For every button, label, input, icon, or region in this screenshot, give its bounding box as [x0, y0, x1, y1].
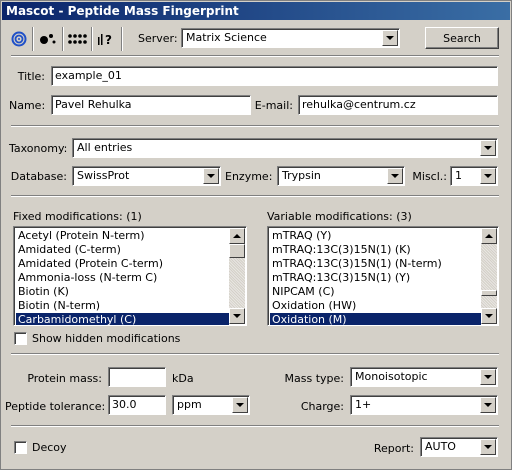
help-icon[interactable]: ?: [95, 29, 117, 49]
dropdown-arrow-icon[interactable]: [203, 168, 219, 184]
window-title: Mascot - Peptide Mass Fingerprint: [6, 4, 239, 18]
dropdown-arrow-icon[interactable]: [480, 397, 496, 413]
miscl-select[interactable]: 1: [450, 166, 498, 186]
dots-cluster-icon[interactable]: [37, 29, 59, 49]
peptide-tolerance-unit-select[interactable]: ppm: [172, 395, 250, 415]
divider: [11, 425, 499, 427]
decoy-checkbox[interactable]: [14, 441, 27, 454]
dots-grid-icon[interactable]: [66, 29, 88, 49]
name-label: Name:: [9, 99, 46, 112]
enzyme-label: Enzyme:: [225, 170, 273, 183]
toolbar-separator: [62, 27, 64, 51]
divider: [11, 125, 499, 127]
variable-mods-label: Variable modifications: (3): [267, 210, 412, 223]
list-item[interactable]: Ammonia-loss (N-term C): [16, 271, 229, 285]
dropdown-arrow-icon[interactable]: [480, 439, 496, 455]
miscl-value: 1: [455, 169, 462, 182]
scroll-thumb[interactable]: [229, 244, 245, 258]
toolbar-separator: [32, 27, 34, 51]
taxonomy-label: Taxonomy:: [9, 142, 68, 155]
server-value: Matrix Science: [186, 31, 267, 44]
scroll-thumb[interactable]: [481, 290, 497, 296]
name-input[interactable]: Pavel Rehulka: [51, 95, 251, 115]
database-label: Database:: [10, 170, 67, 183]
divider: [11, 55, 499, 57]
peptide-tolerance-unit-value: ppm: [177, 398, 202, 411]
enzyme-value: Trypsin: [282, 169, 321, 182]
variable-mods-list[interactable]: mTRAQ (Y) mTRAQ:13C(3)15N(1) (K) mTRAQ:1…: [267, 226, 499, 326]
decoy-label: Decoy: [32, 441, 67, 454]
show-hidden-mods-checkbox[interactable]: [14, 332, 27, 345]
list-item-selected[interactable]: Carbamidomethyl (C): [16, 313, 229, 325]
mass-type-value: Monoisotopic: [355, 370, 428, 383]
fixed-mods-label: Fixed modifications: (1): [13, 210, 142, 223]
mass-type-label: Mass type:: [284, 372, 344, 385]
mass-type-select[interactable]: Monoisotopic: [350, 367, 498, 387]
list-item[interactable]: Oxidation (HW): [270, 299, 481, 313]
spiral-icon[interactable]: [9, 29, 29, 49]
protein-mass-input[interactable]: [108, 367, 166, 387]
server-label: Server:: [138, 32, 178, 45]
dropdown-arrow-icon[interactable]: [387, 168, 403, 184]
fixed-mods-list[interactable]: Acetyl (Protein N-term) Amidated (C-term…: [13, 226, 247, 326]
list-item[interactable]: NIPCAM (C): [270, 285, 481, 299]
dropdown-arrow-icon[interactable]: [480, 168, 496, 184]
list-item[interactable]: mTRAQ:13C(3)15N(1) (Y): [270, 271, 481, 285]
scroll-down-icon[interactable]: [481, 308, 497, 324]
scroll-up-icon[interactable]: [229, 228, 245, 244]
list-item[interactable]: mTRAQ:13C(3)15N(1) (K): [270, 243, 481, 257]
enzyme-select[interactable]: Trypsin: [277, 166, 405, 186]
main-window: Mascot - Peptide Mass Fingerprint ? Serv…: [0, 0, 512, 470]
list-item[interactable]: Amidated (Protein C-term): [16, 257, 229, 271]
divider: [11, 353, 499, 355]
svg-text:?: ?: [105, 33, 112, 47]
peptide-tolerance-label: Peptide tolerance:: [5, 400, 106, 413]
search-button[interactable]: Search: [425, 27, 499, 49]
taxonomy-select[interactable]: All entries: [72, 138, 498, 158]
toolbar-separator: [121, 27, 123, 51]
title-label: Title:: [17, 70, 45, 83]
report-select[interactable]: AUTO: [420, 437, 498, 457]
dropdown-arrow-icon[interactable]: [480, 369, 496, 385]
list-item[interactable]: mTRAQ:13C(3)15N(1) (N-term): [270, 257, 481, 271]
title-input[interactable]: example_01: [51, 66, 498, 86]
report-value: AUTO: [425, 440, 456, 453]
peptide-tolerance-input[interactable]: 30.0: [108, 395, 166, 415]
toolbar-separator: [91, 27, 93, 51]
taxonomy-value: All entries: [77, 141, 133, 154]
report-label: Report:: [373, 442, 414, 455]
title-bar: Mascot - Peptide Mass Fingerprint: [2, 2, 510, 20]
protein-mass-label: Protein mass:: [27, 372, 102, 385]
show-hidden-mods-label: Show hidden modifications: [32, 332, 181, 345]
email-input[interactable]: rehulka@centrum.cz: [298, 95, 498, 115]
list-item[interactable]: mTRAQ (Y): [270, 229, 481, 243]
charge-value: 1+: [355, 398, 372, 411]
list-item[interactable]: Amidated (C-term): [16, 243, 229, 257]
miscl-label: Miscl.:: [412, 170, 447, 183]
fixed-mods-scrollbar[interactable]: [229, 228, 245, 324]
charge-label: Charge:: [300, 400, 344, 413]
list-item[interactable]: Biotin (K): [16, 285, 229, 299]
protein-mass-unit: kDa: [172, 372, 194, 385]
variable-mods-scrollbar[interactable]: [481, 228, 497, 324]
server-select[interactable]: Matrix Science: [181, 28, 400, 48]
charge-select[interactable]: 1+: [350, 395, 498, 415]
database-select[interactable]: SwissProt: [72, 166, 221, 186]
divider: [11, 195, 499, 197]
email-label: E-mail:: [254, 99, 293, 112]
dropdown-arrow-icon[interactable]: [382, 30, 398, 46]
dropdown-arrow-icon[interactable]: [480, 140, 496, 156]
list-item[interactable]: Biotin (N-term): [16, 299, 229, 313]
search-button-label: Search: [443, 31, 481, 45]
scroll-up-icon[interactable]: [481, 228, 497, 244]
database-value: SwissProt: [77, 169, 130, 182]
list-item-selected[interactable]: Oxidation (M): [270, 313, 481, 325]
dropdown-arrow-icon[interactable]: [232, 397, 248, 413]
list-item[interactable]: Acetyl (Protein N-term): [16, 229, 229, 243]
scroll-down-icon[interactable]: [229, 308, 245, 324]
